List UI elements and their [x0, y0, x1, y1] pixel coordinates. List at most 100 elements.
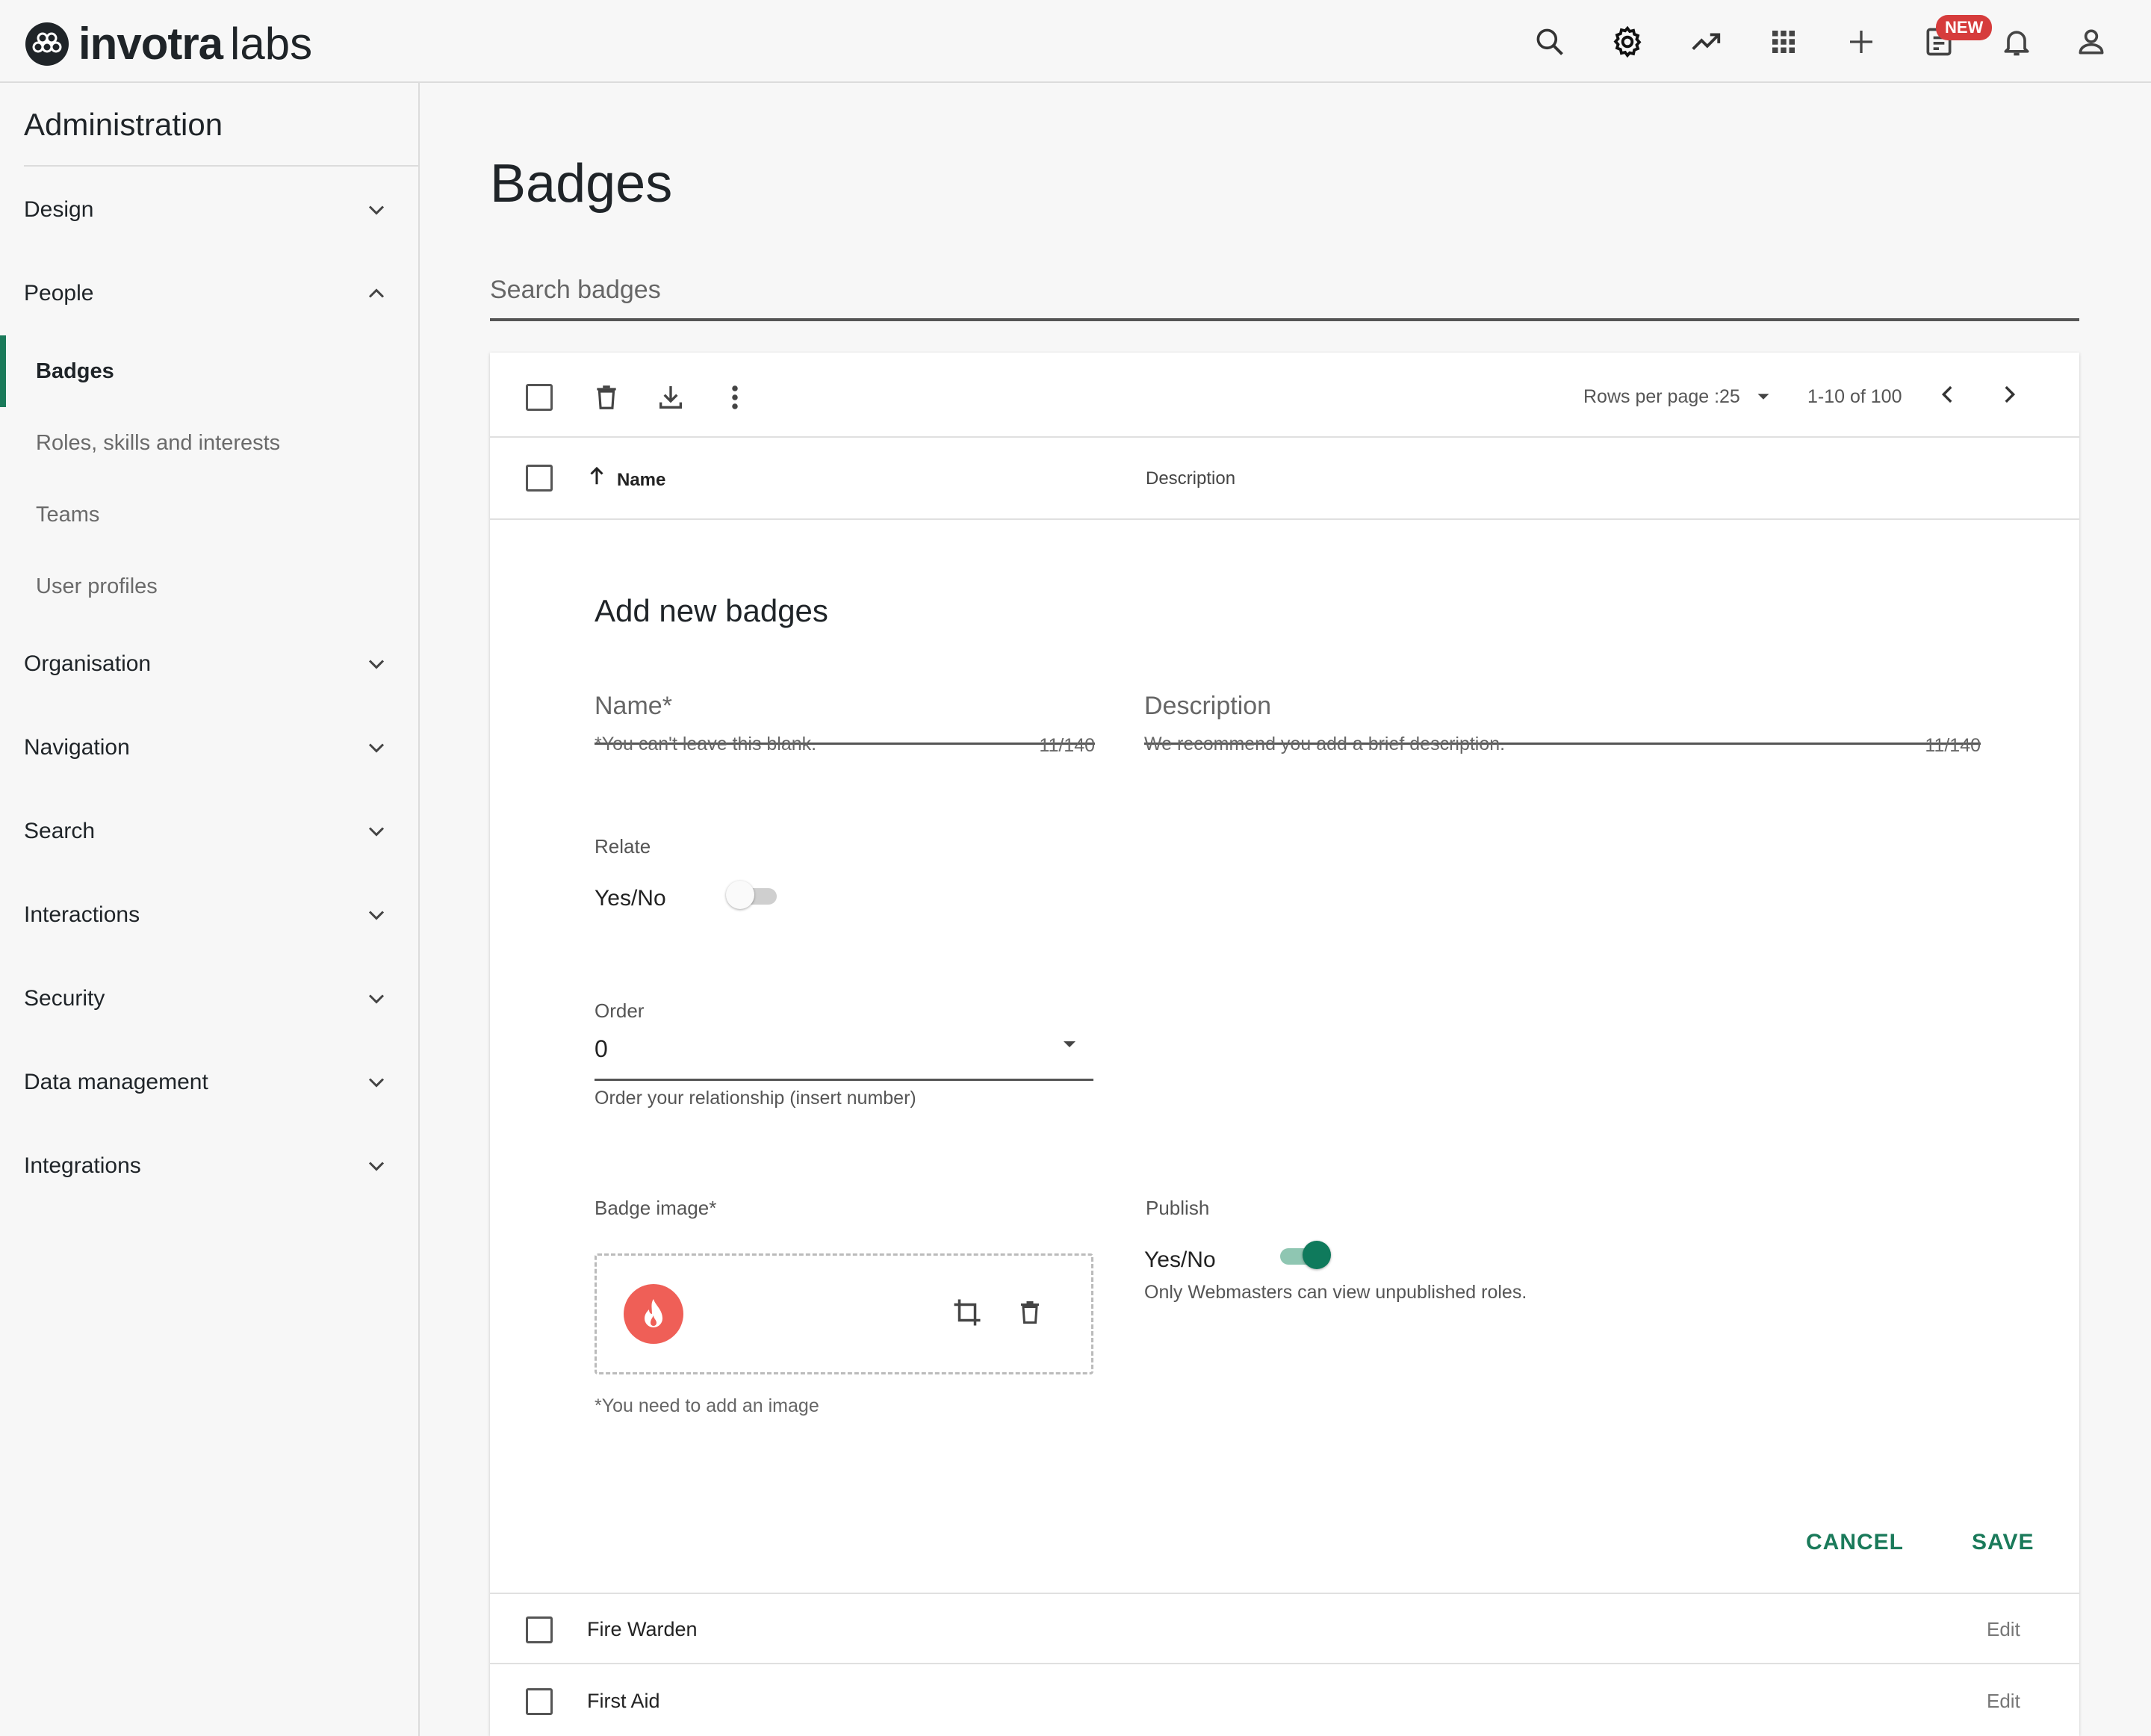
rows-per-page-value[interactable]: 25 — [1719, 386, 1740, 408]
sidebar-item-label: People — [24, 281, 94, 306]
badge-image-label: Badge image* — [595, 1197, 717, 1219]
sidebar-item-design[interactable]: Design — [0, 180, 418, 240]
description-field-label: Description — [1144, 692, 1272, 720]
description-helper-text: We recommend you add a brief description… — [1144, 734, 1506, 754]
select-all-checkbox[interactable] — [526, 465, 553, 492]
sidebar-item-people[interactable]: People — [0, 264, 418, 323]
sidebar-item-label: Interactions — [24, 902, 140, 927]
row-name: Fire Warden — [587, 1618, 698, 1640]
name-char-counter: 11/140 — [1039, 735, 1095, 756]
apps-grid-icon[interactable] — [1761, 19, 1806, 64]
chevron-down-icon — [368, 660, 385, 669]
edit-link[interactable]: Edit — [1987, 1690, 2020, 1713]
save-button[interactable]: SAVE — [1972, 1530, 2034, 1555]
sidebar-subitem-user-profiles[interactable]: User profiles — [0, 557, 418, 616]
table-row: Fire Warden Edit — [490, 1594, 2079, 1664]
column-header-name[interactable]: Name — [617, 470, 665, 491]
sidebar-item-integrations[interactable]: Integrations — [0, 1136, 418, 1196]
next-page-icon[interactable] — [1991, 376, 2027, 412]
sidebar-subitem-badges[interactable]: Badges — [0, 335, 418, 407]
chevron-down-icon — [368, 205, 385, 215]
trending-icon[interactable] — [1683, 19, 1728, 64]
table-row: First Aid Edit — [490, 1664, 2079, 1735]
order-value: 0 — [595, 1035, 608, 1062]
sidebar-item-data-management[interactable]: Data management — [0, 1053, 418, 1112]
sidebar-item-search[interactable]: Search — [0, 802, 418, 861]
sidebar: Administration Design People Badges Role… — [0, 83, 420, 1736]
badges-table-card: Rows per page : 25 1-10 of 100 Name Desc… — [490, 353, 2079, 1736]
name-helper-text: *You can't leave this blank. — [595, 734, 817, 754]
sidebar-subitem-label: User profiles — [36, 574, 158, 598]
chevron-down-icon — [368, 1162, 385, 1171]
badge-image-helper-text: *You need to add an image — [595, 1395, 819, 1416]
sidebar-item-navigation[interactable]: Navigation — [0, 718, 418, 778]
badge-image-dropzone[interactable] — [595, 1253, 1093, 1374]
form-title: Add new badges — [595, 593, 828, 628]
row-checkbox[interactable] — [526, 1688, 553, 1715]
more-vert-icon[interactable] — [717, 379, 753, 415]
sidebar-subitem-label: Badges — [36, 359, 114, 383]
sidebar-item-label: Search — [24, 819, 96, 843]
chevron-down-icon — [368, 911, 385, 920]
crop-icon[interactable] — [949, 1295, 985, 1330]
sidebar-subitem-label: Roles, skills and interests — [36, 430, 281, 455]
toggle-knob — [726, 881, 754, 909]
order-select[interactable]: 0 — [595, 1025, 1093, 1082]
user-icon[interactable] — [2069, 19, 2114, 64]
chevron-down-icon — [368, 994, 385, 1004]
edit-link[interactable]: Edit — [1987, 1618, 2020, 1641]
logo[interactable]: invotra labs — [25, 18, 312, 69]
sidebar-item-label: Navigation — [24, 735, 130, 760]
sidebar-divider — [24, 165, 418, 167]
brand-name: invotra — [78, 19, 223, 69]
name-field-label: Name* — [595, 692, 672, 720]
delete-image-icon[interactable] — [1012, 1295, 1048, 1330]
cancel-button[interactable]: CANCEL — [1806, 1530, 1904, 1555]
order-label: Order — [595, 999, 645, 1022]
gear-icon[interactable] — [1605, 19, 1650, 64]
chevron-down-icon — [368, 1078, 385, 1088]
sidebar-item-organisation[interactable]: Organisation — [0, 634, 418, 694]
column-header-description: Description — [1146, 468, 1236, 489]
rows-per-page-dropdown-icon[interactable] — [1752, 385, 1775, 408]
publish-toggle[interactable] — [1277, 1240, 1331, 1270]
trash-icon[interactable] — [589, 379, 624, 415]
fire-badge-icon — [624, 1284, 683, 1344]
relate-toggle[interactable] — [726, 880, 780, 910]
order-underline — [595, 1079, 1093, 1081]
row-checkbox[interactable] — [526, 1616, 553, 1643]
dropdown-arrow-icon — [1064, 1041, 1076, 1047]
brand-sub: labs — [230, 19, 313, 69]
sidebar-title: Administration — [24, 107, 223, 142]
sidebar-subitem-label: Teams — [36, 502, 100, 527]
sidebar-item-label: Security — [24, 986, 105, 1011]
divider — [490, 518, 2079, 520]
description-char-counter: 11/140 — [1925, 735, 1981, 756]
publish-label: Publish — [1146, 1197, 1210, 1219]
sidebar-item-label: Organisation — [24, 651, 152, 676]
publish-helper-text: Only Webmasters can view unpublished rol… — [1144, 1282, 1527, 1303]
toggle-knob — [1303, 1241, 1331, 1269]
sidebar-subitem-roles-skills-interests[interactable]: Roles, skills and interests — [0, 413, 418, 473]
sidebar-subitem-teams[interactable]: Teams — [0, 485, 418, 545]
publish-yesno-label: Yes/No — [1144, 1247, 1216, 1272]
download-icon[interactable] — [653, 379, 689, 415]
new-badge: NEW — [1936, 15, 1993, 40]
select-all-checkbox-toolbar[interactable] — [526, 384, 553, 411]
bell-icon[interactable] — [1994, 19, 2039, 64]
relate-yesno-label: Yes/No — [595, 886, 666, 911]
active-indicator — [0, 335, 6, 407]
sidebar-item-security[interactable]: Security — [0, 969, 418, 1029]
sidebar-item-interactions[interactable]: Interactions — [0, 885, 418, 945]
sidebar-item-label: Data management — [24, 1070, 208, 1094]
pagination-range: 1-10 of 100 — [1807, 386, 1902, 407]
chevron-down-icon — [368, 827, 385, 837]
rows-per-page-label: Rows per page : — [1583, 386, 1720, 407]
page-title: Badges — [490, 154, 673, 214]
prev-page-icon[interactable] — [1930, 376, 1966, 412]
search-icon[interactable] — [1527, 19, 1572, 64]
search-input[interactable] — [490, 261, 2079, 321]
sort-arrow-up-icon[interactable] — [586, 463, 608, 489]
logo-icon — [25, 22, 69, 66]
plus-icon[interactable] — [1839, 19, 1884, 64]
